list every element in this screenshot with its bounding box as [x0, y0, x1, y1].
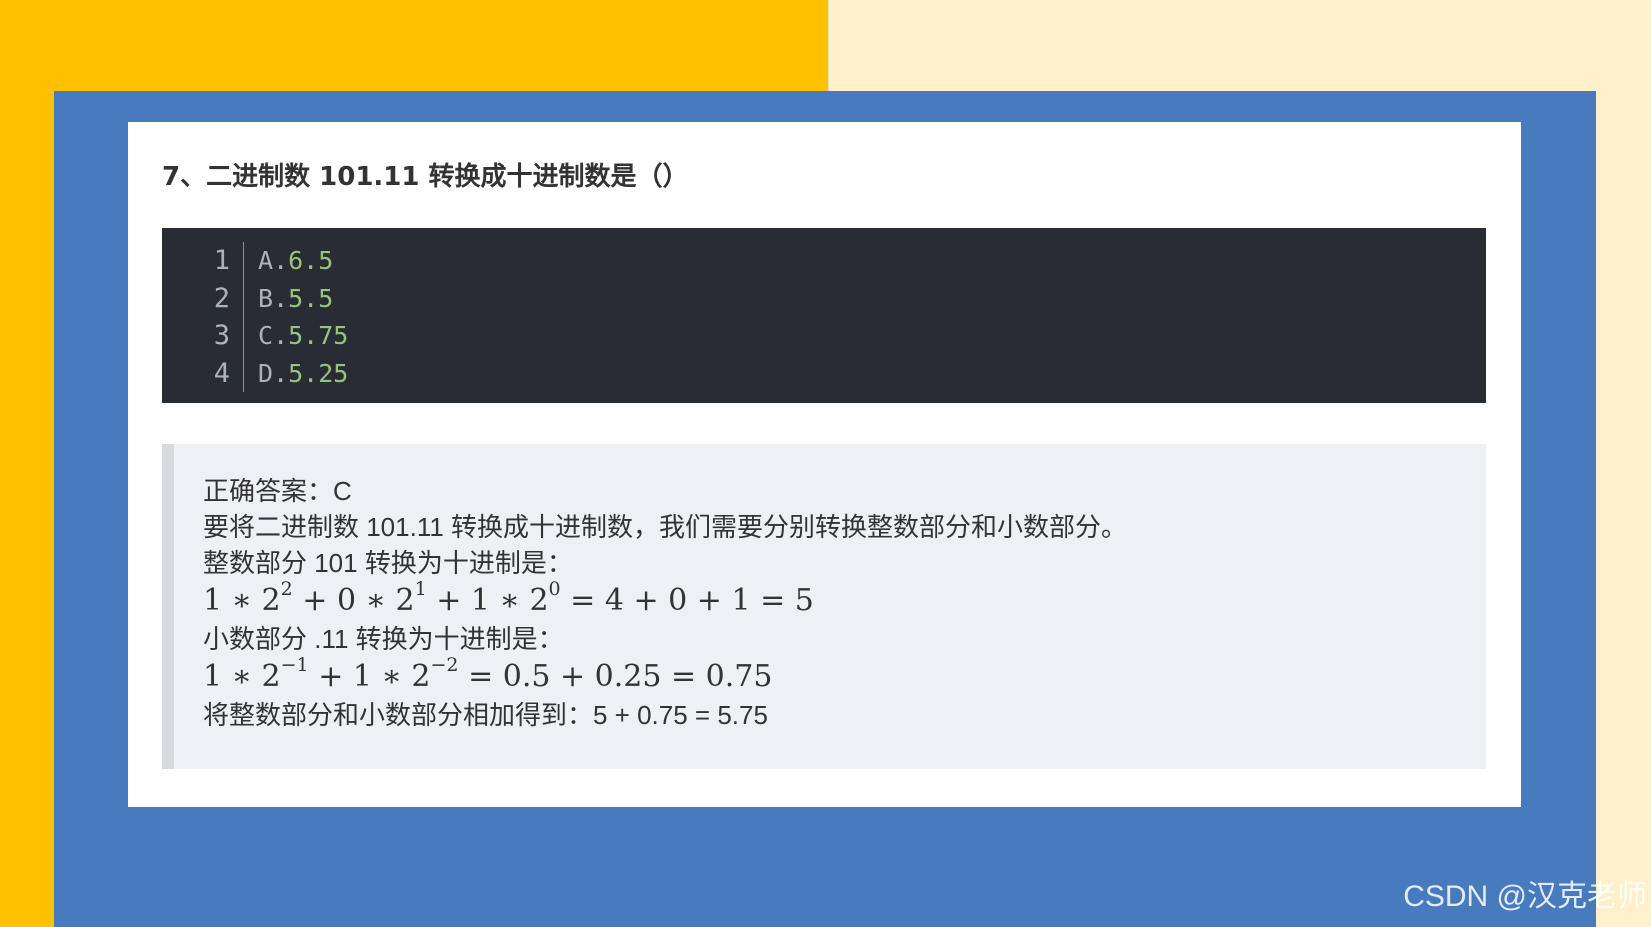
option-dot: .: [273, 283, 289, 313]
answer-content: 正确答案：C 要将二进制数 101.11 转换成十进制数，我们需要分别转换整数部…: [203, 473, 1127, 733]
option-a-line: A.6.5: [258, 242, 348, 280]
option-d-line: D.5.25: [258, 355, 348, 393]
integer-part-heading: 整数部分 101 转换为十进制是：: [203, 548, 573, 578]
answer-blockquote: 正确答案：C 要将二进制数 101.11 转换成十进制数，我们需要分别转换整数部…: [162, 444, 1486, 769]
line-number: 2: [213, 282, 230, 314]
integer-part-formula: 1 ∗ 22 + 0 ∗ 21 + 1 ∗ 20 = 4 + 0 + 1 = 5: [203, 578, 1127, 621]
gutter-divider: [243, 242, 244, 392]
correct-answer: 正确答案：C: [203, 476, 352, 506]
line-number-gutter: 1 2 3 4: [162, 242, 244, 392]
code-lines: A.6.5 B.5.5 C.5.75 D.5.25: [258, 242, 348, 392]
option-dot: .: [273, 246, 289, 275]
option-letter: D: [258, 358, 274, 388]
formula-term: + 1 ∗ 2: [308, 659, 431, 694]
option-value: 5.25: [288, 358, 349, 388]
option-c-line: C.5.75: [258, 317, 348, 355]
option-value: 5.75: [288, 321, 349, 350]
option-letter: B: [258, 283, 274, 313]
formula-result: = 4 + 0 + 1 = 5: [560, 583, 814, 618]
line-number: 4: [213, 357, 230, 389]
option-value: 6.5: [288, 246, 334, 275]
formula-exponent: −2: [430, 654, 459, 676]
question-title: 7、二进制数 101.11 转换成十进制数是（）: [162, 162, 689, 192]
options-code-block: 1 2 3 4 A.6.5 B.5.5 C.5.75 D.5.25: [162, 228, 1486, 403]
formula-exponent: −1: [280, 654, 309, 676]
formula-result: = 0.5 + 0.25 = 0.75: [458, 659, 773, 694]
option-b-line: B.5.5: [258, 280, 348, 318]
line-number: 3: [213, 320, 230, 351]
conclusion: 将整数部分和小数部分相加得到：5 + 0.75 = 5.75: [203, 700, 768, 730]
answer-intro: 要将二进制数 101.11 转换成十进制数，我们需要分别转换整数部分和小数部分。: [203, 512, 1128, 542]
formula-exponent: 1: [414, 578, 427, 600]
fraction-part-heading: 小数部分 .11 转换为十进制是：: [203, 624, 564, 654]
option-dot: .: [273, 358, 289, 388]
formula-exponent: 0: [548, 578, 561, 600]
option-letter: C: [258, 321, 274, 350]
option-value: 5.5: [288, 283, 334, 313]
option-dot: .: [273, 321, 289, 350]
formula-term: 1 ∗ 2: [203, 659, 281, 694]
line-number: 1: [213, 245, 230, 276]
fraction-part-formula: 1 ∗ 2−1 + 1 ∗ 2−2 = 0.5 + 0.25 = 0.75: [203, 654, 1127, 697]
formula-term: 1 ∗ 2: [203, 583, 281, 618]
formula-term: + 1 ∗ 2: [426, 583, 549, 618]
formula-term: + 0 ∗ 2: [292, 583, 415, 618]
formula-exponent: 2: [280, 578, 293, 600]
option-letter: A: [258, 246, 274, 275]
watermark: CSDN @汉克老师: [1403, 880, 1647, 913]
content-card: 7、二进制数 101.11 转换成十进制数是（） 1 2 3 4 A.6.5 B…: [128, 122, 1521, 807]
